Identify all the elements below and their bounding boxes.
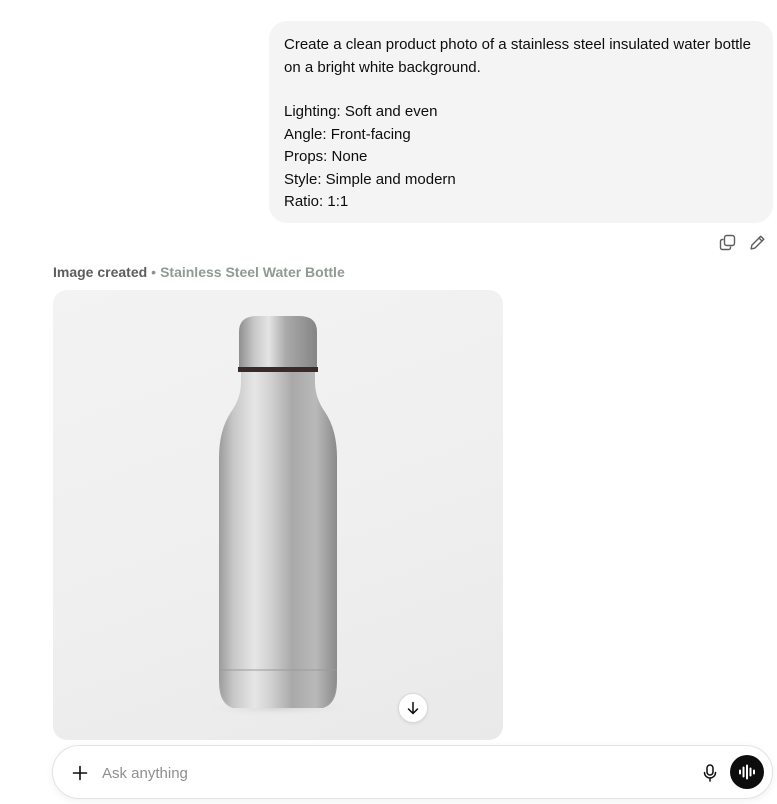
ask-input[interactable] — [102, 761, 682, 785]
prompt-line-props: Props: None — [284, 148, 368, 165]
prompt-line-style: Style: Simple and modern — [284, 170, 456, 188]
dictate-button[interactable] — [697, 760, 723, 786]
plus-icon — [72, 765, 88, 781]
message-actions — [716, 231, 768, 253]
voice-mode-icon — [739, 764, 755, 780]
image-caption: Image created • Stainless Steel Water Bott… — [53, 263, 345, 281]
download-image-button[interactable] — [398, 693, 428, 723]
message-composer — [52, 745, 773, 799]
microphone-icon — [703, 764, 717, 782]
prompt-line-ratio: Ratio: 1:1 — [284, 193, 349, 210]
image-created-label: Image created — [53, 264, 148, 280]
prompt-intro-line-1: Create a clean product photo of a stainl… — [284, 36, 751, 53]
caption-separator: • — [151, 264, 157, 280]
image-title[interactable]: Stainless Steel Water Bottle — [160, 264, 345, 280]
copy-icon — [719, 234, 735, 250]
user-message-bubble: Create a clean product photo of a stainl… — [269, 21, 773, 223]
prompt-line-lighting: Lighting: Soft and even — [284, 103, 438, 120]
pencil-icon — [749, 235, 764, 250]
arrow-down-icon — [407, 701, 419, 715]
prompt-intro-line-2: on a bright white background. — [284, 58, 481, 76]
attach-button[interactable] — [67, 760, 93, 786]
chat-page: Create a clean product photo of a stainl… — [0, 0, 777, 804]
voice-mode-button[interactable] — [730, 755, 764, 789]
prompt-line-angle: Angle: Front-facing — [284, 125, 411, 143]
edit-message-button[interactable] — [746, 231, 768, 253]
generated-image[interactable] — [53, 290, 503, 740]
copy-button[interactable] — [716, 231, 738, 253]
water-bottle-image — [193, 316, 363, 717]
